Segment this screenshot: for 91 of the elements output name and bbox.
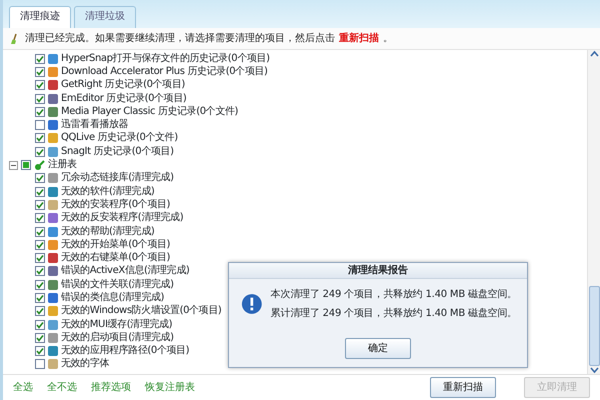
- group-label: 注册表: [48, 159, 77, 172]
- item-label: 无效的应用程序路径(0个项目): [61, 345, 190, 358]
- footer-link[interactable]: 推荐选项: [91, 380, 131, 395]
- app-icon: [48, 226, 58, 236]
- item-label: SnagIt 历史记录(0个项目): [61, 146, 174, 158]
- ok-button[interactable]: 确定: [345, 338, 411, 359]
- footer-link[interactable]: 全不选: [47, 380, 77, 395]
- checkbox[interactable]: [35, 133, 45, 144]
- item-label: 冗余动态链接库(清理完成): [61, 172, 174, 184]
- checkbox[interactable]: [35, 320, 45, 330]
- dialog-message: 累计清理了 249 个项目，共释放约 1.40 MB 磁盘空间。: [270, 306, 517, 321]
- app-icon: [48, 200, 58, 210]
- checkbox[interactable]: [35, 266, 45, 276]
- app-icon: [48, 106, 58, 117]
- scroll-down-icon[interactable]: [590, 366, 598, 374]
- checkbox[interactable]: [35, 240, 45, 250]
- item-label: 错误的文件关联(清理完成): [61, 278, 174, 291]
- checkbox[interactable]: [35, 306, 45, 316]
- footer-link[interactable]: 全选: [13, 380, 33, 395]
- footer-link[interactable]: 恢复注册表: [145, 380, 195, 395]
- item-label: QQLive 历史记录(0个文件): [61, 132, 178, 144]
- item-label: Download Accelerator Plus 历史记录(0个项目): [61, 66, 268, 78]
- notice-text: 。: [383, 32, 393, 46]
- item-label: 无效的MUI缓存(清理完成): [61, 318, 172, 331]
- notice-text: 清理已经完成。如果需要继续清理，请选择需要清理的项目，然后点击: [25, 32, 335, 46]
- checkbox[interactable]: [35, 94, 45, 104]
- checkbox[interactable]: [21, 160, 31, 170]
- app-icon: [48, 266, 58, 276]
- action-button[interactable]: 重新扫描: [430, 377, 496, 398]
- item-label: 错误的类信息(清理完成): [61, 292, 164, 304]
- checkbox[interactable]: [35, 226, 45, 236]
- scrollbar[interactable]: [587, 50, 600, 374]
- app-icon: [48, 173, 58, 184]
- item-label: 无效的启动项目(清理完成): [61, 332, 174, 344]
- checkbox[interactable]: [35, 173, 45, 184]
- scroll-thumb[interactable]: [588, 286, 600, 366]
- dialog-title: 清理结果报告: [229, 263, 527, 279]
- tab[interactable]: 清理痕迹: [9, 6, 71, 28]
- app-icon: [48, 213, 58, 224]
- item-label: HyperSnap打开与保存文件的历史记录(0个项目): [61, 52, 270, 65]
- app-icon: [48, 186, 58, 197]
- item-label: GetRight 历史记录(0个项目): [61, 79, 185, 92]
- item-label: 无效的Windows防火墙设置(0个项目): [61, 305, 222, 318]
- item-label: EmEditor 历史记录(0个项目): [61, 92, 186, 105]
- rescan-link[interactable]: 重新扫描: [339, 31, 379, 46]
- app-icon: [48, 240, 58, 250]
- expander-icon[interactable]: [9, 160, 18, 170]
- item-label: 无效的反安装程序(清理完成): [61, 212, 184, 224]
- checkbox[interactable]: [35, 186, 45, 197]
- checkbox[interactable]: [35, 253, 45, 264]
- app-icon: [48, 253, 58, 264]
- checkbox[interactable]: [35, 292, 45, 303]
- checkbox[interactable]: [35, 106, 45, 117]
- item-label: 错误的ActiveX信息(清理完成): [61, 265, 190, 278]
- checkbox[interactable]: [35, 54, 45, 64]
- checkbox[interactable]: [35, 146, 45, 157]
- checkbox[interactable]: [35, 80, 45, 90]
- item-label: 无效的开始菜单(0个项目): [61, 238, 170, 251]
- item-label: 无效的字体: [61, 358, 110, 370]
- item-label: Media Player Classic 历史记录(0个文件): [61, 106, 238, 118]
- checkbox[interactable]: [35, 359, 45, 370]
- checkbox[interactable]: [35, 213, 45, 224]
- item-label: 无效的右键菜单(0个项目): [61, 252, 170, 264]
- app-icon: [48, 280, 58, 290]
- app-icon: [48, 346, 58, 356]
- checkbox[interactable]: [35, 120, 45, 130]
- checkbox[interactable]: [35, 332, 45, 343]
- app-icon: [48, 306, 58, 316]
- app-icon: [48, 94, 58, 104]
- checkbox[interactable]: [35, 200, 45, 210]
- app-icon: [48, 66, 58, 77]
- app-icon: [48, 120, 58, 130]
- app-icon: [48, 146, 58, 157]
- item-label: 迅雷看看播放器: [61, 119, 128, 132]
- app-icon: [48, 320, 58, 330]
- app-icon: [48, 359, 58, 370]
- app-icon: [48, 80, 58, 90]
- info-icon: [241, 292, 263, 316]
- item-label: 无效的帮助(清理完成): [61, 226, 154, 238]
- tab[interactable]: 清理垃圾: [74, 6, 136, 28]
- dialog-message: 本次清理了 249 个项目，共释放约 1.40 MB 磁盘空间。: [270, 288, 517, 302]
- checkbox[interactable]: [35, 280, 45, 290]
- app-icon: [48, 54, 58, 64]
- app-icon: [48, 332, 58, 343]
- item-label: 无效的安装程序(0个项目): [61, 198, 170, 211]
- checkbox[interactable]: [35, 346, 45, 356]
- checkbox[interactable]: [35, 66, 45, 77]
- scroll-up-icon[interactable]: [590, 50, 598, 58]
- app-icon: [48, 292, 58, 303]
- app-icon: [48, 133, 58, 144]
- item-label: 无效的软件(清理完成): [61, 186, 154, 198]
